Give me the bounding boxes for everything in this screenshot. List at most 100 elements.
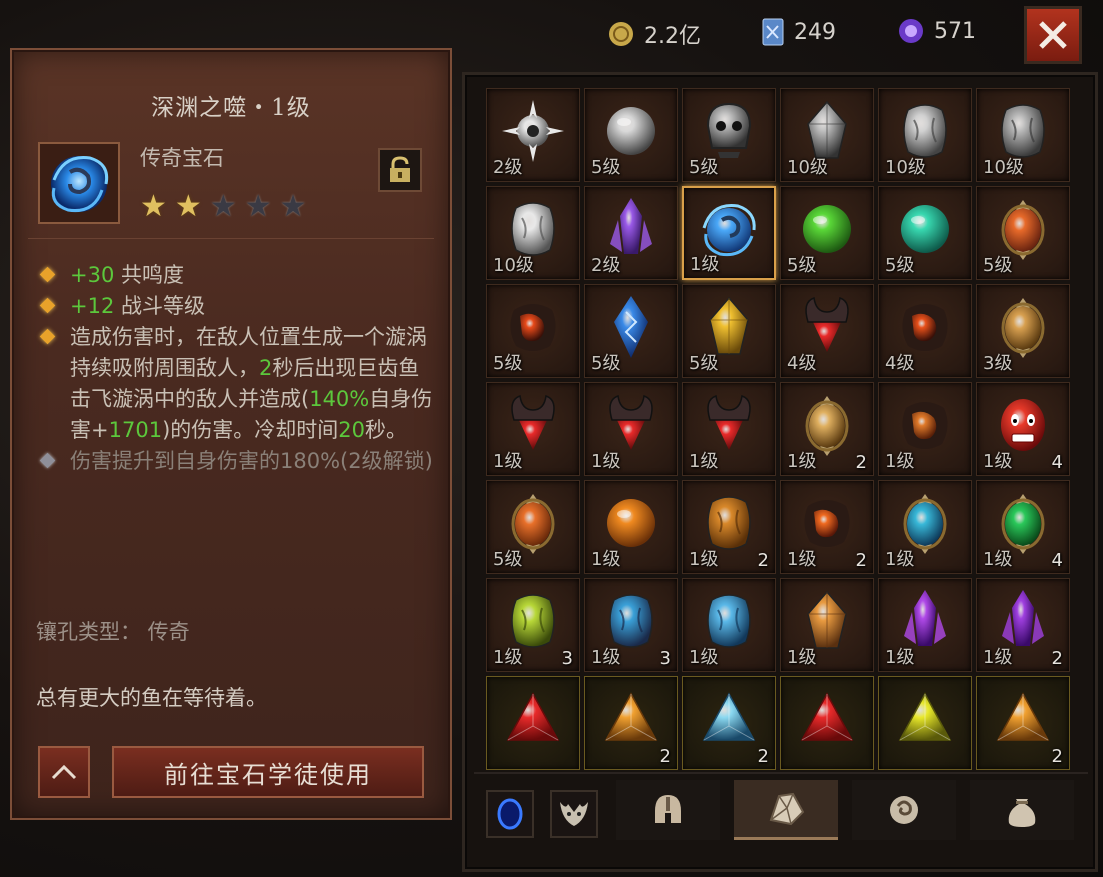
gem-portrait	[38, 142, 120, 224]
gem-level-label: 4级	[885, 353, 915, 374]
gem-slot[interactable]: 1级	[486, 382, 580, 476]
gem-slot[interactable]: 5级	[976, 186, 1070, 280]
gem-slot[interactable]: 1级	[878, 578, 972, 672]
gem-slot[interactable]	[780, 676, 874, 770]
chevron-up-icon	[51, 764, 77, 780]
swirl-stone-icon	[890, 796, 918, 824]
gem-slot[interactable]: 2	[584, 676, 678, 770]
collapse-button[interactable]	[38, 746, 90, 798]
gem-slot[interactable]: 4级	[780, 284, 874, 378]
gem-level-label: 5级	[689, 157, 719, 178]
tab-portal[interactable]	[486, 790, 534, 838]
gem-slot[interactable]: 5级	[682, 88, 776, 182]
gem-slot[interactable]: 1级 3	[584, 578, 678, 672]
currency-gold: 2.2亿	[608, 18, 701, 50]
gem-slot[interactable]: 1级 2	[682, 480, 776, 574]
gem-slot[interactable]: 2	[976, 676, 1070, 770]
gem-quantity-label: 2	[1051, 648, 1063, 669]
gem-slot[interactable]: 1级	[878, 480, 972, 574]
bullet-diamond-icon	[39, 266, 56, 283]
gem-slot[interactable]: 5级	[682, 284, 776, 378]
close-icon	[1039, 21, 1067, 49]
effect-description: 造成伤害时，在敌人位置生成一个漩涡持续吸附周围敌人，2秒后出现巨齿鱼击飞漩涡中的…	[36, 322, 436, 446]
gem-slot[interactable]: 1级 4	[976, 382, 1070, 476]
tab-bag[interactable]	[970, 780, 1074, 840]
gem-grid: 2级 5级 5级 10级 10级 10级 10级 2级 1级 5级 5级 5级 5级 5级 5级 4级 4级 3级…	[486, 88, 1074, 770]
portal-icon	[497, 798, 523, 830]
gem-slot[interactable]: 1级 2	[976, 578, 1070, 672]
swirl-gem-icon	[51, 155, 109, 213]
gem-slot[interactable]: 1级 2	[780, 480, 874, 574]
tri-gem-icon	[996, 692, 1050, 742]
tab-demon-crest[interactable]	[550, 790, 598, 838]
star-rating: ★ ★ ★ ★ ★	[140, 192, 307, 222]
gem-quantity-label: 2	[659, 746, 671, 767]
purple-orb-icon	[899, 19, 923, 43]
divider	[28, 238, 434, 239]
tab-gems[interactable]	[734, 780, 838, 840]
close-button[interactable]	[1024, 6, 1082, 64]
gem-slot[interactable]	[486, 676, 580, 770]
gem-quantity-label: 4	[1051, 452, 1063, 473]
effects-list: +30 共鸣度 +12 战斗等级 造成伤害时，在敌人位置生成一个漩涡持续吸附周围…	[36, 260, 436, 477]
gem-slot[interactable]: 1级 4	[976, 480, 1070, 574]
tab-materials[interactable]	[852, 780, 956, 840]
gem-level-label: 1级	[885, 647, 915, 668]
gem-slot[interactable]: 2级	[486, 88, 580, 182]
gem-level-label: 10级	[983, 157, 1024, 178]
gem-slot[interactable]: 1级	[780, 578, 874, 672]
gem-quantity-label: 4	[1051, 550, 1063, 571]
gem-slot[interactable]: 5级	[486, 284, 580, 378]
gem-slot[interactable]: 3级	[976, 284, 1070, 378]
gem-level-label: 1级	[689, 451, 719, 472]
flavor-text: 总有更大的鱼在等待着。	[36, 686, 267, 710]
gem-slot[interactable]: 1级 3	[486, 578, 580, 672]
lock-button[interactable]	[378, 148, 422, 192]
tri-gem-icon	[506, 692, 560, 742]
gem-slot[interactable]: 10级	[976, 88, 1070, 182]
gem-slot[interactable]: 10级	[486, 186, 580, 280]
gem-slot[interactable]: 1级	[584, 382, 678, 476]
gem-bag-icon	[769, 792, 805, 825]
bullet-diamond-icon	[39, 297, 56, 314]
gem-slot[interactable]: 1级	[682, 578, 776, 672]
effect-locked: 伤害提升到自身伤害的180%(2级解锁)	[36, 446, 436, 477]
gem-slot[interactable]: 1级	[878, 382, 972, 476]
gem-slot[interactable]: 1级 2	[780, 382, 874, 476]
gem-level-label: 1级	[787, 647, 817, 668]
gem-level-label: 2级	[493, 157, 523, 178]
gem-slot[interactable]: 5级	[584, 284, 678, 378]
gem-slot[interactable]: 5级	[878, 186, 972, 280]
gem-level-label: 1级	[787, 549, 817, 570]
tri-gem-icon	[702, 692, 756, 742]
gem-slot[interactable]: 2	[682, 676, 776, 770]
gem-slot-selected[interactable]: 1级	[682, 186, 776, 280]
gem-slot[interactable]: 4级	[878, 284, 972, 378]
gem-level-label: 1级	[983, 647, 1013, 668]
gem-level-label: 1级	[787, 451, 817, 472]
gem-level-label: 5级	[493, 353, 523, 374]
unlock-icon	[390, 156, 410, 182]
sack-icon	[1008, 799, 1036, 827]
gem-slot[interactable]: 1级	[584, 480, 678, 574]
gem-slot[interactable]: 5级	[780, 186, 874, 280]
gem-slot[interactable]: 1级	[682, 382, 776, 476]
helmet-icon	[655, 795, 681, 823]
gem-slot[interactable]: 10级	[780, 88, 874, 182]
gem-level-label: 10级	[885, 157, 926, 178]
gem-quantity-label: 2	[1051, 746, 1063, 767]
gem-slot[interactable]: 10级	[878, 88, 972, 182]
gem-quantity-label: 2	[757, 550, 769, 571]
gem-level-label: 1级	[983, 451, 1013, 472]
gem-slot[interactable]: 5级	[486, 480, 580, 574]
gem-slot[interactable]	[878, 676, 972, 770]
gem-level-label: 5级	[983, 255, 1013, 276]
tab-equipment[interactable]	[616, 780, 720, 840]
gem-level-label: 5级	[787, 255, 817, 276]
gem-detail-panel: 深渊之噬・1级 传奇宝石 ★ ★ ★ ★ ★ +30 共鸣度 +12 战斗等级 …	[10, 48, 452, 820]
gem-slot[interactable]: 2级	[584, 186, 678, 280]
goto-gem-apprentice-button[interactable]: 前往宝石学徒使用	[112, 746, 424, 798]
socket-type: 镶孔类型： 传奇	[36, 620, 190, 644]
gem-slot[interactable]: 5级	[584, 88, 678, 182]
tri-gem-icon	[800, 692, 854, 742]
